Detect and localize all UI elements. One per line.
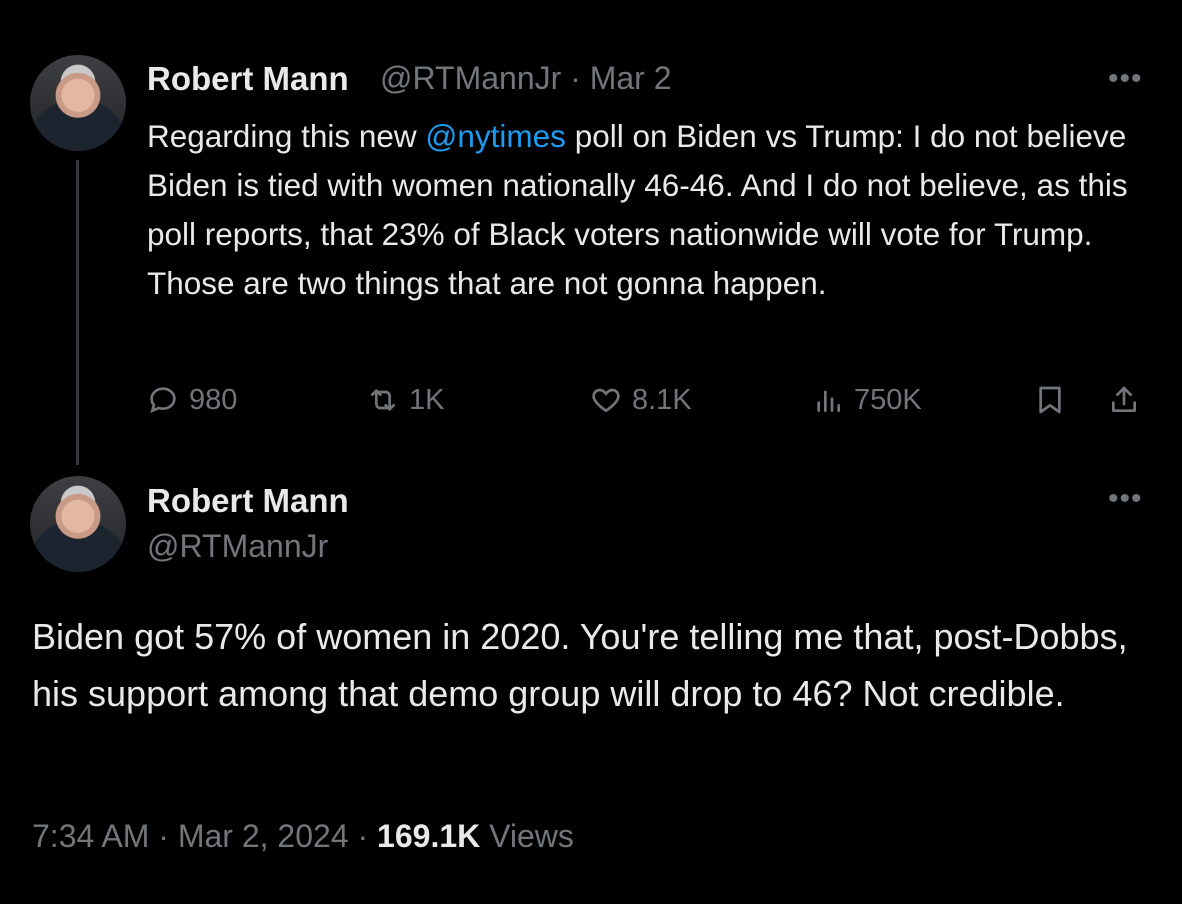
tweet-text: Regarding this new @nytimes poll on Bide…: [147, 112, 1157, 308]
bookmark-icon: [1039, 386, 1061, 414]
like-count: 8.1K: [632, 383, 692, 416]
views-icon: [817, 390, 840, 412]
avatar[interactable]: [30, 476, 126, 572]
like-icon: [592, 388, 620, 413]
author-meta: @RTMannJr · Mar 2: [380, 60, 672, 97]
avatar[interactable]: [30, 55, 126, 151]
author-name[interactable]: Robert Mann: [147, 482, 349, 520]
repost-count: 1K: [409, 383, 445, 416]
author-handle[interactable]: @RTMannJr: [147, 528, 328, 565]
views-count: 169.1K: [377, 818, 481, 854]
bookmark-button[interactable]: [1034, 380, 1066, 420]
like-button[interactable]: 8.1K: [590, 380, 692, 420]
tweet-text-start: Regarding this new: [147, 118, 426, 154]
mention-link[interactable]: @nytimes: [425, 118, 566, 154]
tweet-time[interactable]: 7:34 AM: [32, 818, 149, 854]
author-name[interactable]: Robert Mann: [147, 60, 349, 98]
reply-button[interactable]: 980: [147, 380, 237, 420]
tweet-footer: 7:34 AM · Mar 2, 2024 · 169.1K Views: [32, 818, 574, 855]
footer-separator: ·: [158, 818, 169, 854]
views-label: Views: [489, 818, 574, 854]
thread-line: [76, 160, 79, 465]
meta-separator: ·: [570, 60, 581, 96]
repost-button[interactable]: 1K: [367, 380, 444, 420]
views-button[interactable]: 750K: [812, 380, 922, 420]
tweet-date[interactable]: Mar 2: [590, 60, 672, 96]
more-icon[interactable]: •••: [1108, 482, 1143, 516]
footer-separator: ·: [357, 818, 369, 854]
more-icon[interactable]: •••: [1108, 62, 1143, 96]
tweet-text: Biden got 57% of women in 2020. You're t…: [32, 616, 1128, 714]
share-icon: [1112, 386, 1136, 412]
tweet-date[interactable]: Mar 2, 2024: [178, 818, 349, 854]
reply-count: 980: [189, 383, 238, 416]
reply-icon: [150, 387, 176, 413]
views-count: 750K: [854, 383, 922, 416]
share-button[interactable]: [1108, 380, 1140, 420]
author-handle[interactable]: @RTMannJr: [380, 60, 561, 96]
repost-icon: [371, 389, 395, 411]
